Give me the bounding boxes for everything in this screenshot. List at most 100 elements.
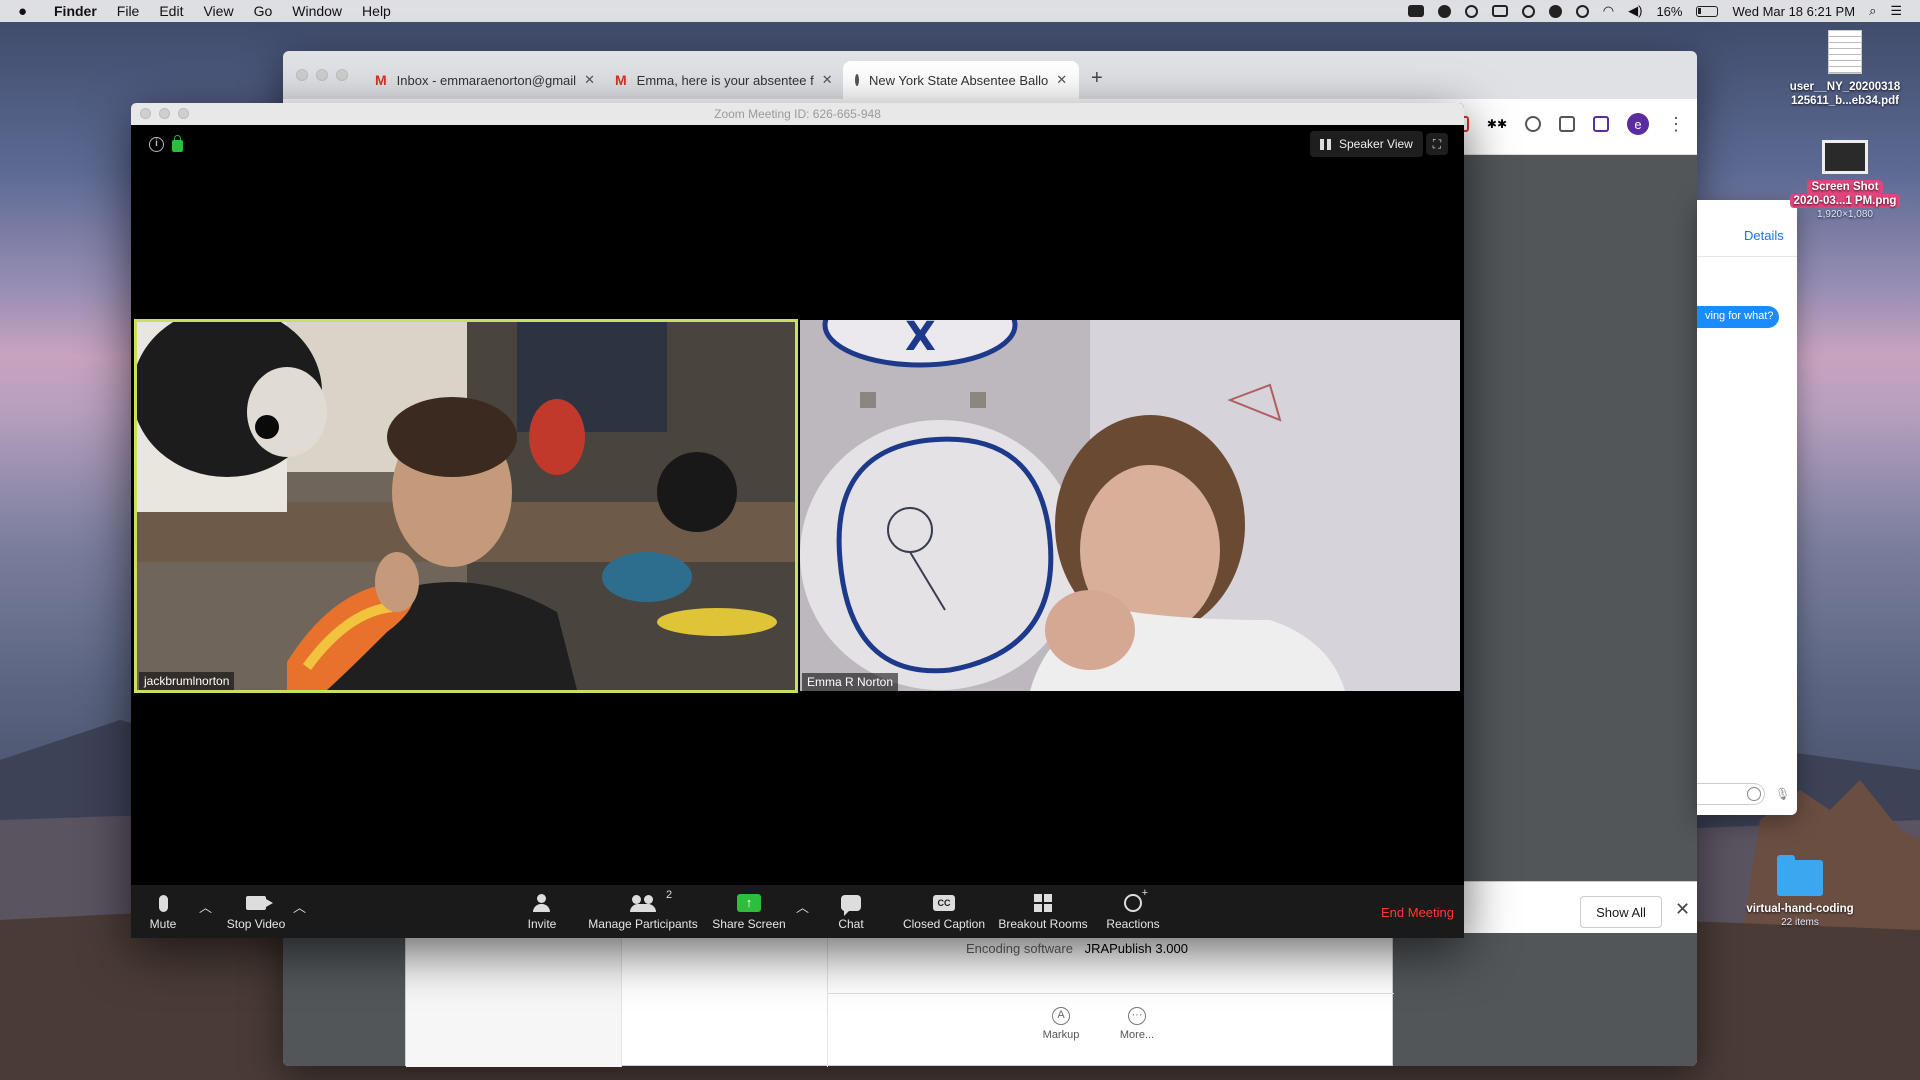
cloud-icon[interactable] bbox=[1437, 4, 1451, 18]
chrome-window-controls bbox=[296, 69, 348, 81]
video-options-caret-icon[interactable]: ︿ bbox=[293, 897, 306, 916]
ellipsis-icon: ··· bbox=[1128, 1007, 1146, 1025]
more-menu-icon[interactable]: ⋮ bbox=[1667, 114, 1685, 135]
notes-icon[interactable] bbox=[1491, 5, 1508, 17]
breakout-rooms-button[interactable]: Breakout Rooms bbox=[996, 891, 1090, 931]
minimize-window-button[interactable] bbox=[316, 69, 328, 81]
reactions-button[interactable]: Reactions bbox=[1103, 887, 1163, 931]
menu-bar: ● Finder File Edit View Go Window Help ◠… bbox=[0, 0, 1920, 22]
extension-icons: ✱✱ e ⋮ bbox=[1452, 113, 1685, 135]
tab-close-icon[interactable]: ✕ bbox=[814, 72, 833, 88]
tab-absentee-ballot[interactable]: New York State Absentee Ballo ✕ bbox=[843, 61, 1079, 99]
close-window-button[interactable] bbox=[140, 108, 151, 119]
tab-close-icon[interactable]: ✕ bbox=[576, 72, 595, 88]
tab-close-icon[interactable]: ✕ bbox=[1048, 72, 1067, 88]
desktop-file-pdf[interactable]: user__NY_20200318 125611_b...eb34.pdf bbox=[1770, 30, 1920, 108]
new-tab-button[interactable]: + bbox=[1091, 67, 1103, 90]
downloads-show-all-button[interactable]: Show All bbox=[1580, 896, 1662, 928]
zoom-menubar-icon[interactable] bbox=[1407, 5, 1424, 17]
fullscreen-icon[interactable]: ⛶ bbox=[1426, 133, 1448, 155]
video-frame bbox=[137, 322, 795, 690]
menu-window[interactable]: Window bbox=[292, 3, 342, 19]
microphone-icon[interactable]: 🎙 bbox=[1775, 787, 1790, 801]
1password-icon[interactable] bbox=[1521, 4, 1535, 18]
closed-caption-label: Closed Caption bbox=[902, 917, 986, 931]
maximize-window-button[interactable] bbox=[336, 69, 348, 81]
file-name-line2: 2020-03...1 PM.png bbox=[1789, 194, 1901, 208]
camera-extension-icon[interactable] bbox=[1559, 116, 1575, 132]
mute-button[interactable]: Mute bbox=[143, 891, 183, 931]
messages-details-link[interactable]: Details bbox=[1744, 228, 1784, 243]
profile-avatar[interactable]: e bbox=[1627, 113, 1649, 135]
menu-file[interactable]: File bbox=[117, 3, 140, 19]
participant-video-jack[interactable]: jackbrumlnorton bbox=[134, 319, 798, 693]
chat-icon bbox=[841, 895, 861, 916]
emoji-icon[interactable] bbox=[1747, 787, 1761, 801]
folder-item-count: 22 items bbox=[1781, 917, 1819, 928]
participant-video-emma[interactable]: X Emma R Norton bbox=[800, 320, 1460, 691]
bookmark-extension-icon[interactable] bbox=[1593, 116, 1609, 132]
more-label: More... bbox=[1119, 1029, 1155, 1041]
apple-menu-icon[interactable]: ● bbox=[18, 3, 38, 20]
video-frame: X bbox=[800, 320, 1460, 691]
more-button[interactable]: ··· More... bbox=[1107, 1007, 1167, 1041]
file-name-line1: user__NY_20200318 bbox=[1789, 81, 1901, 93]
mute-label: Mute bbox=[149, 917, 177, 931]
notification-center-icon[interactable]: ☰ bbox=[1890, 3, 1902, 19]
creative-cloud-icon[interactable] bbox=[1464, 4, 1478, 18]
menu-clock[interactable]: Wed Mar 18 6:21 PM bbox=[1732, 4, 1855, 19]
manage-participants-label: Manage Participants bbox=[588, 917, 698, 931]
menu-app-name[interactable]: Finder bbox=[54, 3, 97, 19]
zoom-window-controls bbox=[140, 108, 189, 119]
lock-icon[interactable] bbox=[172, 135, 183, 152]
chat-button[interactable]: Chat bbox=[831, 891, 871, 931]
maximize-window-button[interactable] bbox=[178, 108, 189, 119]
grid-icon bbox=[1320, 138, 1331, 150]
microphone-icon bbox=[158, 894, 168, 912]
desktop-folder[interactable]: virtual-hand-coding 22 items bbox=[1725, 855, 1875, 930]
wifi-icon[interactable]: ◠ bbox=[1603, 3, 1614, 19]
menu-view[interactable]: View bbox=[203, 3, 233, 19]
menu-edit[interactable]: Edit bbox=[159, 3, 183, 19]
participant-name: Emma R Norton bbox=[802, 673, 899, 691]
menu-go[interactable]: Go bbox=[254, 3, 273, 19]
extension-icon[interactable]: ✱✱ bbox=[1487, 117, 1507, 131]
minimize-window-button[interactable] bbox=[159, 108, 170, 119]
divider bbox=[1697, 256, 1797, 257]
speaker-view-label: Speaker View bbox=[1339, 137, 1413, 151]
downloads-close-icon[interactable]: ✕ bbox=[1675, 899, 1690, 920]
markup-label: Markup bbox=[1042, 1029, 1080, 1041]
share-screen-button[interactable]: ↑ Share Screen bbox=[711, 891, 787, 931]
share-options-caret-icon[interactable]: ︿ bbox=[796, 897, 809, 916]
markup-button[interactable]: A Markup bbox=[1031, 1007, 1091, 1041]
zoom-control-bar: Mute ︿ Stop Video ︿ Invite 2 Manage Part… bbox=[131, 885, 1464, 938]
tab-gmail-inbox[interactable]: M Inbox - emmaraenorton@gmail ✕ bbox=[363, 61, 599, 99]
folder-name: virtual-hand-coding bbox=[1746, 903, 1854, 915]
speaker-view-button[interactable]: Speaker View bbox=[1310, 131, 1423, 157]
close-window-button[interactable] bbox=[296, 69, 308, 81]
closed-caption-button[interactable]: CC Closed Caption bbox=[901, 891, 987, 931]
invite-button[interactable]: Invite bbox=[521, 891, 563, 931]
tab-gmail-absentee[interactable]: M Emma, here is your absentee f ✕ bbox=[603, 61, 839, 99]
menu-help[interactable]: Help bbox=[362, 3, 391, 19]
participant-name: jackbrumlnorton bbox=[139, 672, 235, 690]
message-bubble: ving for what? bbox=[1697, 306, 1779, 328]
battery-percent[interactable]: 16% bbox=[1656, 4, 1682, 19]
share-screen-icon: ↑ bbox=[737, 894, 761, 912]
sync-extension-icon[interactable] bbox=[1525, 116, 1541, 132]
stop-video-button[interactable]: Stop Video bbox=[221, 891, 291, 931]
add-person-icon bbox=[533, 894, 551, 912]
audio-options-caret-icon[interactable]: ︿ bbox=[199, 897, 212, 916]
reactions-label: Reactions bbox=[1106, 917, 1160, 931]
desktop-file-screenshot[interactable]: Screen Shot 2020-03...1 PM.png 1,920×1,0… bbox=[1775, 140, 1915, 222]
evernote-icon[interactable] bbox=[1548, 4, 1562, 18]
info-icon[interactable]: i bbox=[149, 137, 164, 152]
bluetooth-icon[interactable] bbox=[1575, 4, 1589, 18]
battery-icon[interactable] bbox=[1696, 5, 1719, 17]
zoom-title-bar: Zoom Meeting ID: 626-665-948 bbox=[131, 103, 1464, 125]
spotlight-search-icon[interactable]: ⌕ bbox=[1869, 3, 1876, 19]
manage-participants-button[interactable]: 2 Manage Participants bbox=[586, 889, 700, 931]
end-meeting-button[interactable]: End Meeting bbox=[1381, 905, 1454, 920]
share-screen-label: Share Screen bbox=[712, 917, 786, 931]
volume-icon[interactable]: ◀) bbox=[1628, 3, 1642, 19]
